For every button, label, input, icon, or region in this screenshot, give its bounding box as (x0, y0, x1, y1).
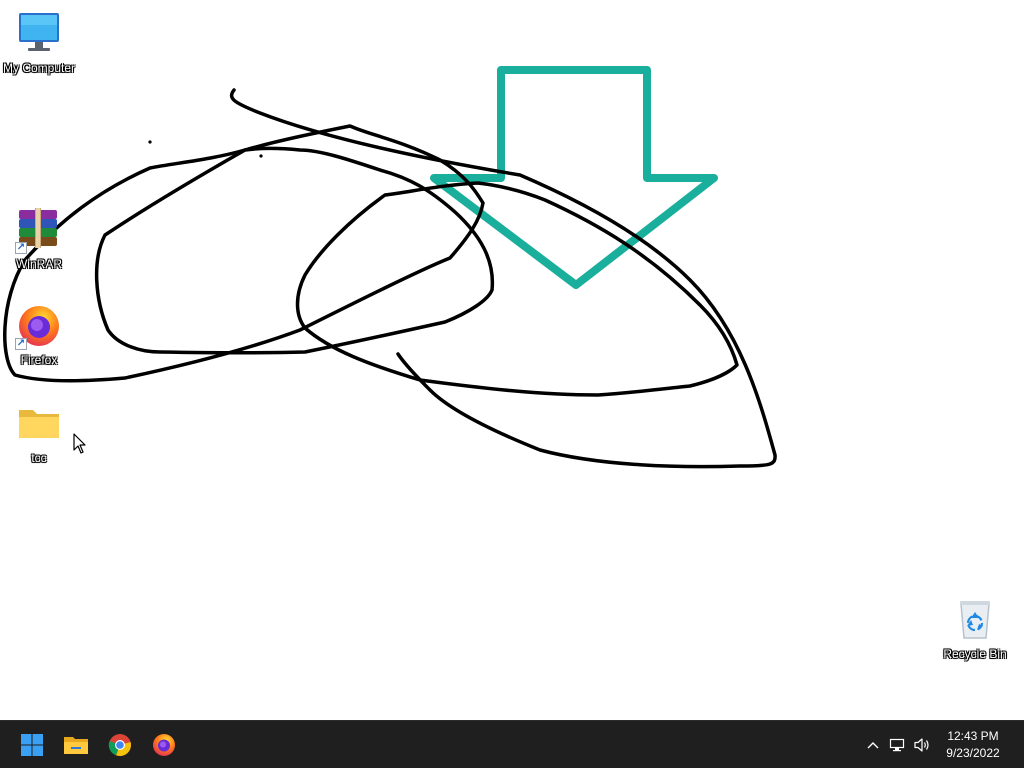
desktop-icon-tcc-folder[interactable]: tcc (0, 400, 78, 480)
down-arrow-annotation (430, 66, 718, 289)
drawing-annotations (3, 66, 777, 469)
monitor-icon (15, 10, 63, 58)
recycle-bin-icon (951, 596, 999, 644)
desktop-icon-label: Recycle Bin (943, 647, 1007, 661)
winrar-books-icon: ↗ (15, 206, 63, 254)
ink-dot (148, 140, 152, 144)
shortcut-arrow-icon: ↗ (15, 338, 27, 350)
scribble-loop-inner (94, 146, 495, 355)
scribble-loop-middle (295, 181, 739, 397)
firefox-icon (153, 734, 175, 756)
desktop-icon-label: WinRAR (15, 257, 62, 271)
chevron-up-icon[interactable] (862, 741, 884, 749)
desktop-icon-label: tcc (31, 451, 47, 465)
windows-start-icon (21, 734, 43, 756)
shortcut-arrow-icon: ↗ (15, 242, 27, 254)
network-icon[interactable] (884, 737, 910, 753)
desktop-icon-my-computer[interactable]: My Computer (0, 10, 78, 90)
scribble-loop-large (229, 88, 777, 469)
taskbar-chrome-button[interactable] (100, 725, 140, 765)
chrome-icon (108, 734, 131, 757)
taskbar-clock[interactable]: 12:43 PM 9/23/2022 (940, 728, 1006, 762)
folder-icon (15, 400, 63, 448)
desktop-icon-label: My Computer (2, 61, 76, 75)
file-explorer-icon (64, 737, 88, 754)
clock-time: 12:43 PM (947, 729, 999, 743)
taskbar: 12:43 PM 9/23/2022 (0, 720, 1024, 768)
taskbar-file-explorer-button[interactable] (56, 725, 96, 765)
firefox-icon: ↗ (15, 302, 63, 350)
desktop-icon-label: Firefox (20, 353, 58, 367)
taskbar-firefox-button[interactable] (144, 725, 184, 765)
ink-dot (259, 154, 263, 158)
start-button[interactable] (12, 725, 52, 765)
desktop[interactable]: My Computer ↗ WinRAR ↗ Firefox tcc Recyc… (0, 0, 1024, 720)
mouse-pointer-icon (73, 433, 86, 454)
desktop-icon-recycle-bin[interactable]: Recycle Bin (936, 596, 1014, 676)
speaker-icon[interactable] (910, 737, 936, 753)
clock-date: 9/23/2022 (946, 746, 1000, 760)
desktop-icon-firefox[interactable]: ↗ Firefox (0, 302, 78, 382)
desktop-icon-winrar[interactable]: ↗ WinRAR (0, 206, 78, 286)
